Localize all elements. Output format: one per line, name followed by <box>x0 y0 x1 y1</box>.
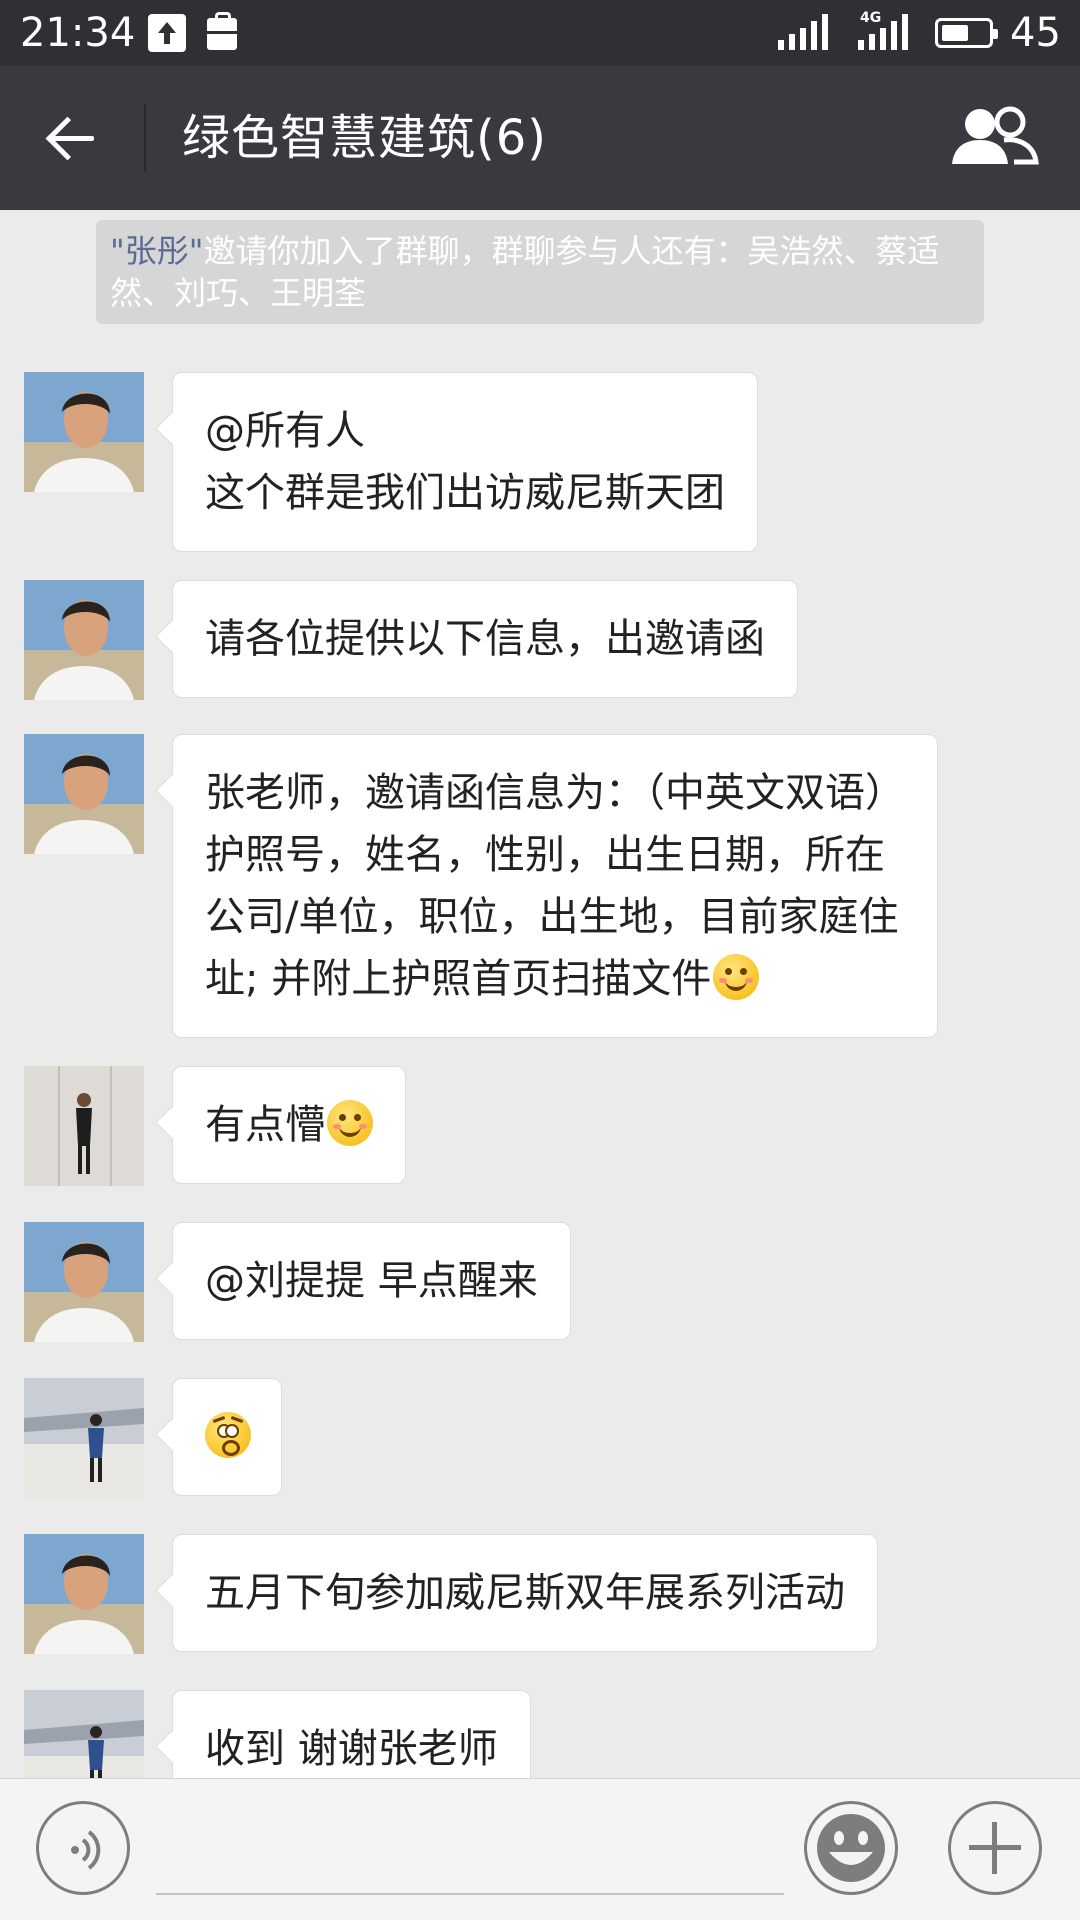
message-list[interactable]: "张彤"邀请你加入了群聊，群聊参与人还有：吴浩然、蔡适然、刘巧、王明荃 @所有人… <box>0 210 1080 1778</box>
message-text: 请各位提供以下信息，出邀请函 <box>205 616 765 662</box>
avatar[interactable] <box>24 1690 144 1778</box>
message-text: 收到 谢谢张老师 <box>205 1726 498 1772</box>
message-input[interactable] <box>156 1809 784 1895</box>
emoji-icon[interactable] <box>804 1801 898 1895</box>
message-text: 址; 并附上护照首页扫描文件 <box>205 956 712 1002</box>
message-text: 护照号，姓名，性别，出生日期，所在 <box>205 832 885 878</box>
input-bar <box>0 1778 1080 1920</box>
message-bubble[interactable]: 张老师，邀请函信息为：（中英文双语） 护照号，姓名，性别，出生日期，所在 公司/… <box>172 734 938 1038</box>
signal-4g-icon <box>858 14 908 50</box>
message-bubble[interactable]: 有点懵 <box>172 1066 406 1184</box>
message-text: 这个群是我们出访威尼斯天团 <box>205 470 725 516</box>
signal-icon <box>778 14 828 50</box>
message-bubble[interactable]: 五月下旬参加威尼斯双年展系列活动 <box>172 1534 878 1652</box>
message-text: @所有人 <box>205 408 365 454</box>
status-bar: 21:34 4G 45 <box>0 0 1080 66</box>
message-text: @刘提提 早点醒来 <box>205 1258 538 1304</box>
chat-screen: 21:34 4G 45 绿色智慧建筑(6) "张彤"邀请你加入了群聊，群聊参与人… <box>0 0 1080 1920</box>
notice-inviter[interactable]: "张彤" <box>110 232 203 270</box>
message-bubble[interactable]: 请各位提供以下信息，出邀请函 <box>172 580 798 698</box>
back-arrow-icon[interactable] <box>38 102 110 174</box>
system-notice: "张彤"邀请你加入了群聊，群聊参与人还有：吴浩然、蔡适然、刘巧、王明荃 <box>96 220 984 324</box>
battery-level: 45 <box>1010 10 1061 56</box>
message-bubble[interactable] <box>172 1378 282 1496</box>
battery-icon <box>935 18 998 48</box>
header-divider <box>144 104 146 172</box>
plus-icon[interactable] <box>948 1801 1042 1895</box>
avatar[interactable] <box>24 372 144 492</box>
bag-icon <box>207 12 237 50</box>
message-bubble[interactable]: 收到 谢谢张老师 <box>172 1690 531 1778</box>
group-members-icon[interactable] <box>950 102 1040 172</box>
avatar[interactable] <box>24 734 144 854</box>
smile-emoji <box>713 954 760 1000</box>
avatar[interactable] <box>24 1378 144 1498</box>
avatar[interactable] <box>24 580 144 700</box>
message-text: 有点懵 <box>205 1102 325 1148</box>
voice-icon[interactable] <box>36 1801 130 1895</box>
shocked-emoji <box>205 1412 251 1458</box>
smile-emoji <box>327 1100 373 1146</box>
message-bubble[interactable]: @所有人 这个群是我们出访威尼斯天团 <box>172 372 758 552</box>
notice-text: 邀请你加入了群聊，群聊参与人还有：吴浩然、蔡适然、刘巧、王明荃 <box>110 232 940 312</box>
upload-icon <box>148 14 186 52</box>
avatar[interactable] <box>24 1066 144 1186</box>
avatar[interactable] <box>24 1534 144 1654</box>
status-time: 21:34 <box>20 10 136 56</box>
chat-title: 绿色智慧建筑(6) <box>182 110 547 166</box>
message-text: 张老师，邀请函信息为：（中英文双语） <box>205 770 905 816</box>
chat-header: 绿色智慧建筑(6) <box>0 66 1080 210</box>
message-text: 五月下旬参加威尼斯双年展系列活动 <box>205 1570 845 1616</box>
message-bubble[interactable]: @刘提提 早点醒来 <box>172 1222 571 1340</box>
avatar[interactable] <box>24 1222 144 1342</box>
message-text: 公司/单位，职位，出生地，目前家庭住 <box>205 894 899 940</box>
